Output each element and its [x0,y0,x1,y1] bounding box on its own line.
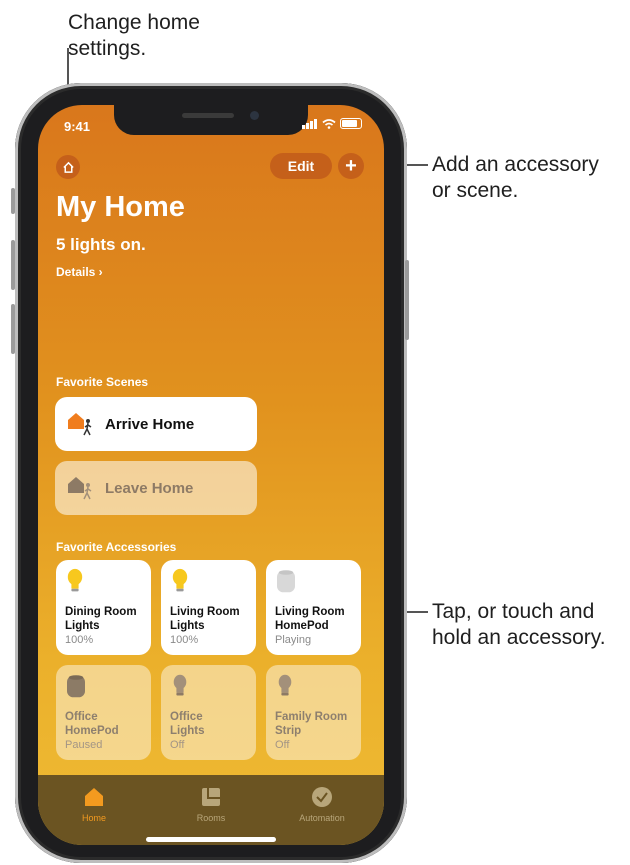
accessory-name: HomePod [65,725,119,737]
accessory-name: Office [65,711,98,723]
lightbulb-icon [278,674,292,696]
accessory-name: Family Room [275,711,348,723]
accessory-name: HomePod [275,620,329,632]
accessory-tile[interactable]: Office Lights Off [161,665,256,760]
accessory-name: Lights [65,620,100,632]
add-button[interactable]: + [338,153,364,179]
callout-add-line1: Add an accessory [432,153,599,176]
accessory-name: Office [170,711,203,723]
accessory-status: Off [170,739,185,751]
scene-leave-home[interactable]: Leave Home [55,461,257,515]
tab-home[interactable]: Home [54,785,134,823]
front-camera [250,111,259,120]
status-icons [302,118,362,129]
lightbulb-icon [172,568,188,592]
accessory-name: Lights [170,725,205,737]
accessory-name: Strip [275,725,302,737]
automation-clock-icon [312,787,332,807]
battery-icon [340,118,362,129]
accessory-name: Living Room [275,606,345,618]
screen: 9:41 Edit + My Home 5 lights on. Details… [38,105,384,845]
status-time: 9:41 [64,119,91,134]
tab-label: Rooms [196,813,226,823]
accessory-status: Paused [65,739,103,751]
tab-automation[interactable]: Automation [282,785,362,823]
side-button [405,260,409,340]
tab-label: Automation [299,813,345,823]
notch [114,105,308,135]
accessory-tile[interactable]: Office HomePod Paused [56,665,151,760]
callout-home-settings-line1: Change home [68,11,200,34]
speaker [182,113,234,118]
callout-home-settings: Change home settings. [68,10,200,62]
callout-home-settings-line2: settings. [68,37,147,60]
volume-down-button [11,304,15,354]
accessory-tile[interactable]: Living Room HomePod Playing [266,560,361,655]
accessory-tile[interactable]: Family Room Strip Off [266,665,361,760]
house-icon [62,161,74,173]
homepod-icon [277,570,295,593]
lightbulb-icon [173,674,187,696]
accessory-tile[interactable]: Dining Room Lights 100% [56,560,151,655]
callout-tap-accessory: Tap, or touch and hold an accessory. [432,599,606,651]
accessory-status: 100% [65,634,94,646]
accessory-status: Playing [275,634,312,646]
arrive-home-icon [68,413,92,436]
edit-button[interactable]: Edit [270,153,332,179]
mute-switch [11,188,15,214]
accessory-name: Lights [170,620,205,632]
lights-summary: 5 lights on. [56,235,146,254]
tab-label: Home [81,813,106,823]
lightbulb-icon [67,568,83,592]
scene-label: Arrive Home [105,415,195,433]
volume-up-button [11,240,15,290]
home-settings-button[interactable] [56,155,80,179]
rooms-icon [202,788,220,806]
tab-rooms[interactable]: Rooms [171,785,251,823]
cellular-signal-icon [302,118,317,129]
wifi-icon [322,118,336,129]
page-title: My Home [56,191,185,223]
scene-label: Leave Home [105,479,194,497]
tab-bar: Home Rooms Automation [38,775,384,845]
homepod-icon [67,675,85,698]
callout-add-accessory: Add an accessory or scene. [432,152,599,204]
accessory-name: Living Room [170,606,240,618]
home-indicator[interactable] [146,837,276,842]
callout-tap-line1: Tap, or touch and [432,600,595,623]
favorite-accessories-heading: Favorite Accessories [56,540,177,554]
callout-tap-line2: hold an accessory. [432,626,606,649]
accessory-status: 100% [170,634,199,646]
house-icon [85,788,103,806]
details-link[interactable]: Details › [56,265,103,279]
leave-home-icon [68,477,92,500]
callout-add-line2: or scene. [432,179,519,202]
accessory-tile[interactable]: Living Room Lights 100% [161,560,256,655]
accessory-name: Dining Room [65,606,137,618]
scene-arrive-home[interactable]: Arrive Home [55,397,257,451]
accessory-status: Off [275,739,290,751]
favorite-scenes-heading: Favorite Scenes [56,375,149,389]
